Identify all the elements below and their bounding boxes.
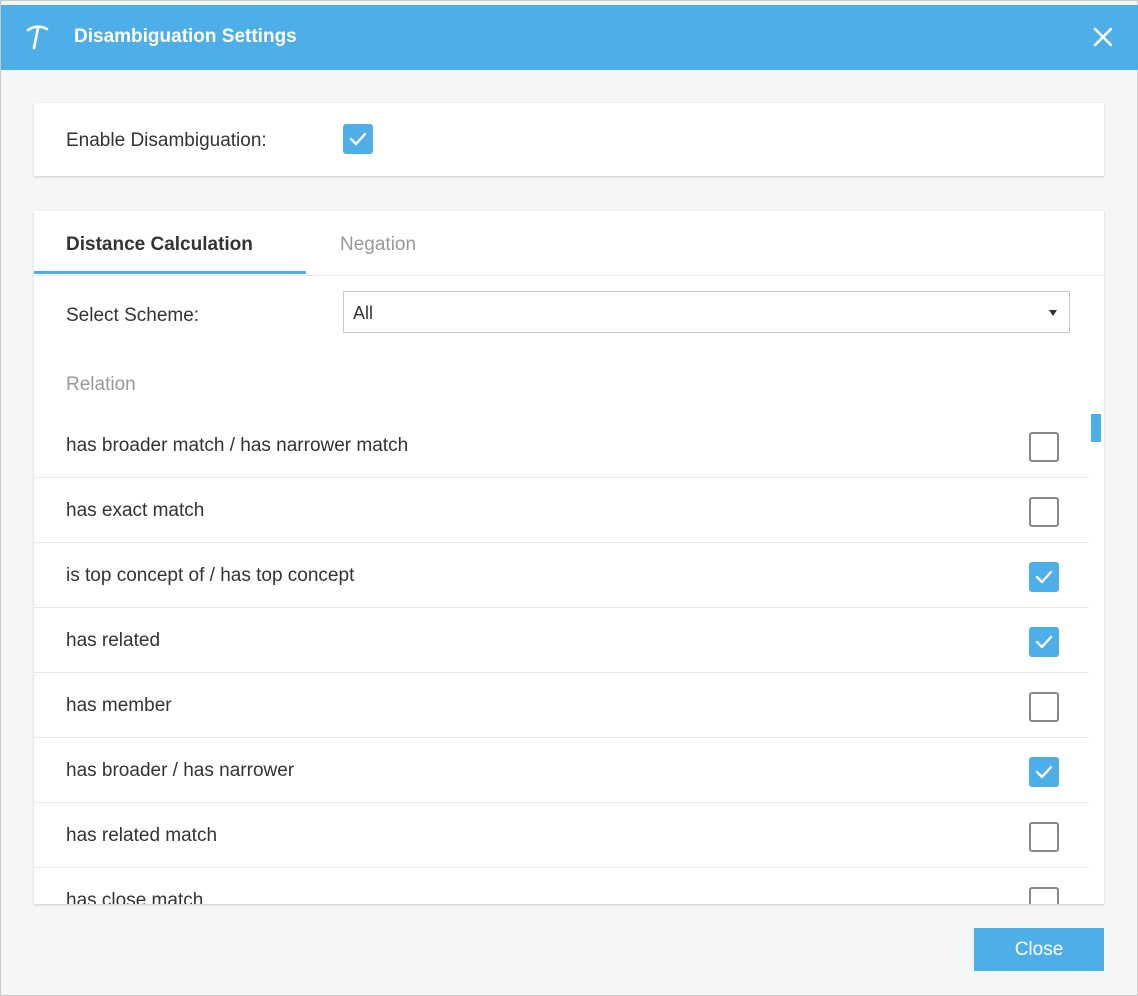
tab-negation[interactable]: Negation [340, 234, 416, 256]
relation-label: has close match [66, 890, 204, 904]
scrollbar-thumb[interactable] [1091, 414, 1101, 442]
close-button[interactable]: Close [974, 928, 1104, 971]
dropdown-caret-icon [1049, 310, 1057, 316]
relation-checkbox[interactable] [1029, 822, 1059, 852]
checkmark-icon [1035, 635, 1053, 649]
relation-label: has exact match [66, 500, 205, 521]
relation-list: has broader match / has narrower match ha… [34, 413, 1089, 904]
relation-label: is top concept of / has top concept [66, 565, 355, 586]
relation-checkbox[interactable] [1029, 692, 1059, 722]
relation-checkbox[interactable] [1029, 627, 1059, 657]
select-scheme-label: Select Scheme: [66, 305, 200, 326]
relation-checkbox[interactable] [1029, 432, 1059, 462]
relation-row[interactable]: has related match [34, 803, 1089, 868]
relation-checkbox[interactable] [1029, 562, 1059, 592]
relation-label: has broader / has narrower [66, 760, 295, 781]
dialog-titlebar: Disambiguation Settings [1, 5, 1138, 70]
dialog-title: Disambiguation Settings [74, 26, 297, 47]
relation-column-header: Relation [66, 374, 136, 395]
tab-distance-calculation[interactable]: Distance Calculation [66, 234, 253, 256]
relation-label: has member [66, 695, 172, 716]
relation-checkbox[interactable] [1029, 497, 1059, 527]
relation-label: has related [66, 630, 161, 651]
relation-checkbox[interactable] [1029, 887, 1059, 904]
close-icon[interactable] [1087, 21, 1119, 53]
scheme-select-value: All [353, 303, 374, 323]
enable-disambiguation-checkbox[interactable] [343, 124, 373, 154]
tab-bar: Distance Calculation Negation [34, 211, 1104, 276]
checkmark-icon [349, 132, 367, 146]
relation-row[interactable]: has close match [34, 868, 1089, 904]
relation-row[interactable]: has broader / has narrower [34, 738, 1089, 803]
relation-checkbox[interactable] [1029, 757, 1059, 787]
relation-row[interactable]: has related [34, 608, 1089, 673]
relation-label: has broader match / has narrower match [66, 435, 409, 456]
relation-label: has related match [66, 825, 218, 846]
scheme-select[interactable]: All [343, 291, 1070, 333]
app-logo-icon [26, 25, 49, 50]
relation-row[interactable]: has exact match [34, 478, 1089, 543]
checkmark-icon [1035, 765, 1053, 779]
active-tab-indicator [34, 271, 306, 274]
checkmark-icon [1035, 570, 1053, 584]
relation-row[interactable]: has broader match / has narrower match [34, 413, 1089, 478]
enable-disambiguation-label: Enable Disambiguation: [66, 130, 267, 151]
relation-row[interactable]: has member [34, 673, 1089, 738]
relation-row[interactable]: is top concept of / has top concept [34, 543, 1089, 608]
enable-section: Enable Disambiguation: [34, 103, 1104, 176]
disambiguation-settings-dialog: Disambiguation Settings Enable Disambigu… [0, 0, 1138, 996]
settings-panel: Distance Calculation Negation Select Sch… [34, 211, 1104, 904]
